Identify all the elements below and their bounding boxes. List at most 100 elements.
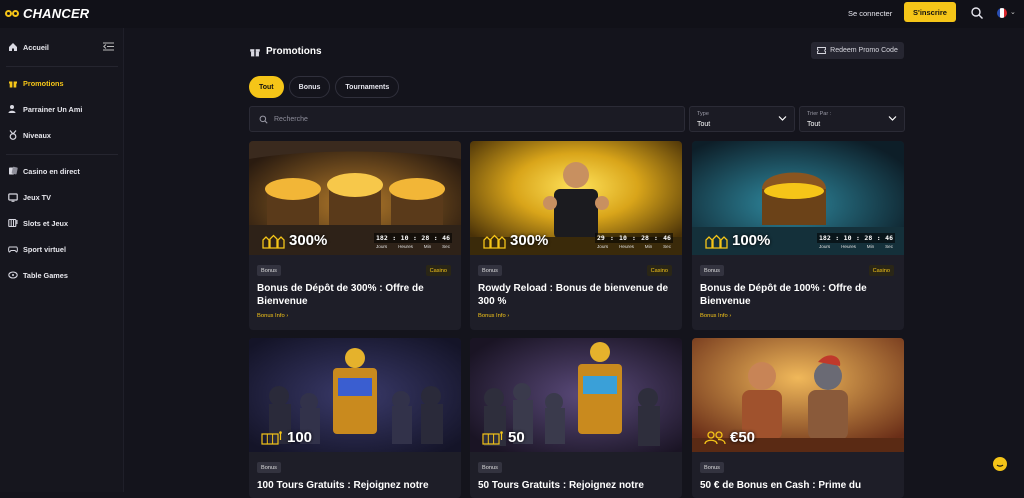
promo-image: €50	[692, 338, 904, 452]
sidebar-item-promotions[interactable]: Promotions	[8, 78, 64, 88]
sort-select[interactable]: Trier Par : Tout	[799, 106, 905, 132]
bonus-info-link[interactable]: Bonus Info ›	[700, 313, 731, 319]
type-badge: Bonus	[478, 462, 502, 473]
promo-card[interactable]: 300% 182:10:28:46 Jours Heures Min Sec Bonu…	[249, 141, 461, 330]
promo-card[interactable]: 50 Bonus 50 Tours Gratuits : Rejoignez n…	[470, 338, 682, 498]
sidebar-item-accueil[interactable]: Accueil	[8, 42, 49, 52]
page-header: Promotions	[249, 45, 322, 57]
redeem-label: Redeem Promo Code	[830, 47, 898, 54]
slot-machine-icon	[261, 430, 282, 445]
gamepad-icon	[8, 244, 18, 254]
sidebar-item-label: Table Games	[23, 270, 68, 280]
slot-machine-icon	[482, 430, 503, 445]
sidebar-item-label: Parrainer Un Ami	[23, 104, 83, 114]
money-bags-icon	[262, 234, 285, 249]
sidebar-item-parrainer[interactable]: Parrainer Un Ami	[8, 104, 82, 114]
users-icon	[704, 430, 726, 444]
money-bags-icon	[705, 234, 728, 249]
bonus-amount: 300%	[482, 232, 548, 249]
search-icon	[259, 115, 268, 124]
collapse-menu-icon[interactable]	[103, 42, 114, 51]
bonus-amount: 100%	[704, 232, 770, 249]
type-select-label: Type	[697, 111, 709, 117]
sidebar-item-table-games[interactable]: Table Games	[8, 270, 68, 280]
brand-logo[interactable]: CHANCER	[5, 6, 89, 21]
promo-image: 100% 182:10:28:46 Jours Heures Min Sec	[692, 141, 904, 255]
type-select[interactable]: Type Tout	[689, 106, 795, 132]
slots-icon	[8, 218, 18, 228]
chat-support-button[interactable]	[993, 457, 1007, 471]
sidebar-item-casino-en-direct[interactable]: Casino en direct	[8, 166, 80, 176]
sidebar-item-jeux-tv[interactable]: Jeux TV	[8, 192, 51, 202]
sidebar-item-niveaux[interactable]: Niveaux	[8, 130, 51, 140]
sidebar-item-slots-et-jeux[interactable]: Slots et Jeux	[8, 218, 68, 228]
tab-tournaments[interactable]: Tournaments	[335, 76, 400, 98]
money-bags-icon	[483, 234, 506, 249]
sidebar-item-label: Slots et Jeux	[23, 218, 69, 228]
gift-icon	[8, 78, 18, 88]
category-badge: Casino	[646, 265, 672, 276]
promo-image: 50	[470, 338, 682, 452]
sort-select-value: Tout	[807, 121, 821, 128]
brand-name: CHANCER	[23, 6, 90, 21]
sidebar: Accueil Promotions Parrainer Un Ami Nive…	[0, 28, 124, 492]
bonus-amount: €50	[704, 429, 755, 446]
table-icon	[8, 270, 18, 280]
sidebar-item-label: Niveaux	[23, 130, 51, 140]
chevron-down-icon	[888, 116, 897, 121]
sidebar-item-label: Accueil	[23, 42, 49, 52]
ticket-icon	[817, 47, 827, 54]
promo-tabs: Tout Bonus Tournaments	[249, 76, 400, 98]
promo-card[interactable]: €50 Bonus 50 € de Bonus en Cash : Prime …	[692, 338, 904, 498]
sidebar-item-label: Jeux TV	[23, 192, 51, 202]
sidebar-item-label: Promotions	[23, 78, 64, 88]
category-badge: Casino	[868, 265, 894, 276]
tab-tout[interactable]: Tout	[249, 76, 284, 98]
french-flag-icon[interactable]	[997, 8, 1007, 18]
tab-bonus[interactable]: Bonus	[288, 76, 331, 98]
sidebar-item-label: Casino en direct	[23, 166, 80, 176]
language-chevron-icon[interactable]: ⌄	[1010, 8, 1016, 16]
tv-icon	[8, 192, 18, 202]
card-title: 50 Tours Gratuits : Rejoignez notre	[478, 480, 644, 491]
card-title: Bonus de Dépôt de 300% : Offre de Bienve…	[257, 283, 424, 307]
countdown-timer: 29:10:28:46 Jours Heures Min Sec	[595, 233, 673, 249]
search-icon[interactable]	[970, 6, 984, 20]
chat-icon	[996, 464, 1004, 467]
logo-mark-icon	[5, 8, 20, 20]
card-title: Bonus de Dépôt de 100% : Offre de Bienve…	[700, 283, 867, 307]
type-badge: Bonus	[478, 265, 502, 276]
sidebar-divider	[6, 66, 118, 67]
gift-icon	[250, 49, 260, 57]
login-link[interactable]: Se connecter	[848, 9, 892, 18]
main-content: Promotions Redeem Promo Code Tout Bonus …	[125, 28, 1024, 498]
bonus-info-link[interactable]: Bonus Info ›	[478, 313, 509, 319]
bonus-amount: 300%	[261, 232, 327, 249]
card-title: 100 Tours Gratuits : Rejoignez notre	[257, 480, 429, 491]
page-title: Promotions	[266, 45, 322, 57]
type-badge: Bonus	[700, 462, 724, 473]
chevron-down-icon	[778, 116, 787, 121]
type-select-value: Tout	[697, 121, 711, 128]
promo-image: 300% 29:10:28:46 Jours Heures Min Sec	[470, 141, 682, 255]
user-plus-icon	[8, 104, 18, 114]
countdown-timer: 182:10:28:46 Jours Heures Min Sec	[374, 233, 452, 249]
type-badge: Bonus	[700, 265, 724, 276]
promo-image: 300% 182:10:28:46 Jours Heures Min Sec	[249, 141, 461, 255]
countdown-timer: 182:10:28:46 Jours Heures Min Sec	[817, 233, 895, 249]
promo-card[interactable]: 100 Bonus 100 Tours Gratuits : Rejoignez…	[249, 338, 461, 498]
bonus-amount: 100	[261, 429, 312, 446]
promo-card[interactable]: 300% 29:10:28:46 Jours Heures Min Sec Bonus…	[470, 141, 682, 330]
signup-button[interactable]: S'inscrire	[904, 2, 956, 22]
home-icon	[8, 42, 18, 52]
redeem-promo-button[interactable]: Redeem Promo Code	[811, 42, 904, 59]
bonus-info-link[interactable]: Bonus Info ›	[257, 313, 288, 319]
sidebar-divider	[6, 154, 118, 155]
card-title: 50 € de Bonus en Cash : Prime du	[700, 480, 862, 491]
search-input[interactable]: Recherche	[249, 106, 685, 132]
promo-card[interactable]: 100% 182:10:28:46 Jours Heures Min Sec Bonu…	[692, 141, 904, 330]
search-placeholder: Recherche	[274, 115, 308, 123]
medal-icon	[8, 130, 18, 140]
category-badge: Casino	[425, 265, 451, 276]
sidebar-item-sport-virtuel[interactable]: Sport virtuel	[8, 244, 66, 254]
